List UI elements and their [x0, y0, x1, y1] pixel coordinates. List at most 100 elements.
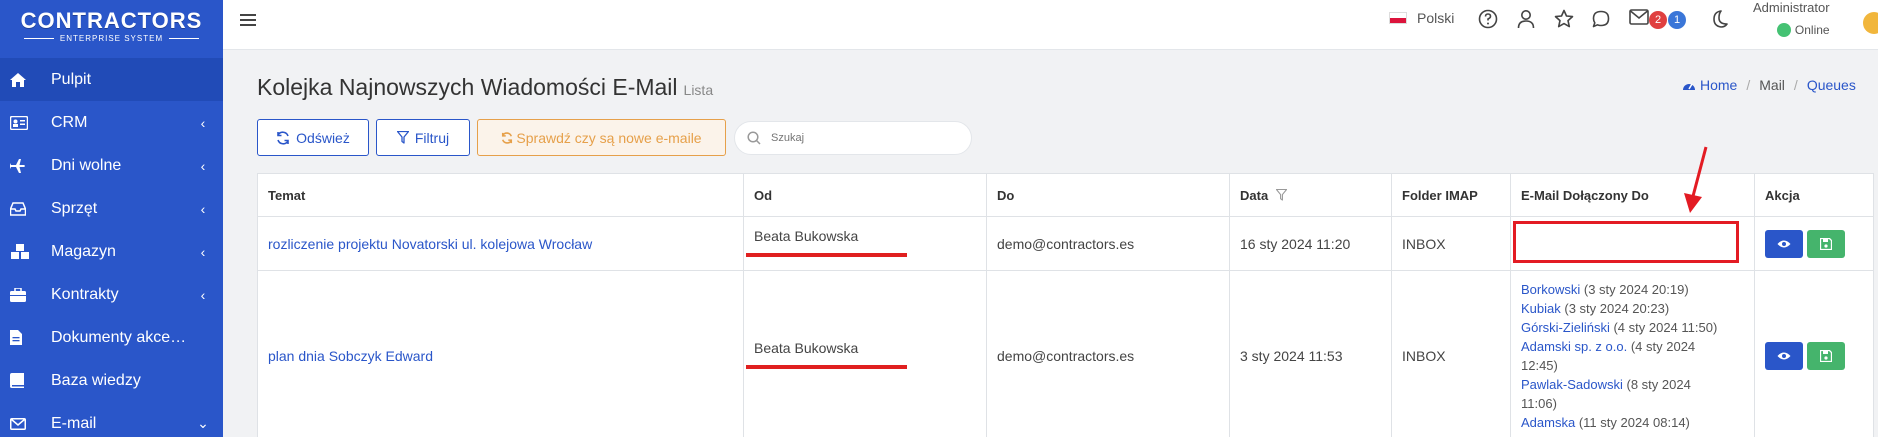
column-header-date[interactable]: Data [1230, 174, 1392, 216]
column-header-attached[interactable]: E-Mail Dołączony Do [1511, 174, 1755, 216]
sidebar-item-sprzet[interactable]: Sprzęt ‹ [0, 187, 223, 230]
language-label: Polski [1417, 10, 1455, 26]
moon-icon[interactable] [1710, 9, 1728, 32]
attached-link[interactable]: Borkowski [1521, 282, 1580, 297]
redacted-email: xxxxxxxxxxxxxxxxxxxxxx [746, 245, 907, 260]
attached-date: 11:06) [1521, 396, 1557, 411]
breadcrumb-home[interactable]: Home [1700, 77, 1737, 93]
search-input[interactable] [771, 132, 951, 144]
chevron-left-icon: ‹ [200, 114, 206, 131]
check-new-emails-label: Sprawdź czy są nowe e-maile [516, 129, 702, 146]
filter-icon[interactable] [1276, 189, 1288, 201]
save-icon [1820, 350, 1832, 362]
attached-link[interactable]: Górski-Zieliński [1521, 320, 1610, 335]
from-cell: Beata Bukowska xxxxxxxxxxxxxxxxxxxxxx [744, 271, 987, 437]
avatar[interactable] [1863, 12, 1878, 34]
from-name: Beata Bukowska [754, 340, 859, 356]
user-status: Online [1753, 23, 1830, 37]
to-cell: demo@contractors.es [987, 271, 1230, 437]
table-header-row: Temat Od Do Data Folder IMAP E-Mail Dołą… [258, 174, 1873, 217]
dashboard-icon [1682, 79, 1696, 91]
refresh-icon [502, 131, 513, 144]
annotation-arrow-icon [1684, 146, 1708, 213]
redacted-email: xxxxxxxxxxxxxxxxxxxxxx [746, 357, 907, 372]
refresh-button[interactable]: Odśwież [257, 119, 369, 156]
language-selector[interactable]: Polski [1389, 10, 1454, 26]
email-queue-table: Temat Od Do Data Folder IMAP E-Mail Dołą… [257, 173, 1874, 437]
breadcrumb-mail[interactable]: Mail [1759, 77, 1785, 93]
eye-icon [1777, 240, 1791, 247]
chat-icon[interactable] [1591, 9, 1611, 32]
column-header-subject[interactable]: Temat [258, 174, 744, 216]
attached-item-continuation: 11:06) [1521, 394, 1557, 413]
book-icon [10, 373, 40, 388]
sidebar-item-label: Kontrakty [51, 285, 119, 303]
eye-icon [1777, 352, 1791, 360]
attached-item-continuation: 12:45) [1521, 356, 1558, 375]
online-status-icon [1776, 23, 1791, 37]
help-icon[interactable] [1478, 9, 1498, 32]
attached-date: (3 sty 2024 20:19) [1583, 282, 1689, 297]
attached-link[interactable]: Adamska [1521, 415, 1575, 430]
view-button[interactable] [1765, 342, 1803, 370]
briefcase-icon [10, 287, 40, 302]
column-header-action: Akcja [1765, 187, 1800, 203]
sidebar-item-crm[interactable]: CRM ‹ [0, 101, 223, 144]
to-cell: demo@contractors.es [987, 217, 1230, 270]
attached-date: (8 sty 2024 [1626, 377, 1691, 392]
search-icon [747, 131, 761, 145]
star-icon[interactable] [1554, 9, 1574, 32]
sidebar-item-pulpit[interactable]: Pulpit [0, 58, 223, 101]
sidebar-item-magazyn[interactable]: Magazyn ‹ [0, 230, 223, 273]
attached-link[interactable]: Adamski sp. z o.o. [1521, 339, 1627, 354]
attached-item: Górski-Zieliński (4 sty 2024 11:50) [1521, 318, 1717, 337]
mail-badge-red[interactable]: 2 [1649, 11, 1667, 29]
attached-date: (11 sty 2024 08:14) [1578, 415, 1690, 430]
sidebar-item-dni-wolne[interactable]: Dni wolne ‹ [0, 144, 223, 187]
sidebar-item-label: Pulpit [51, 70, 92, 88]
breadcrumb-queues[interactable]: Queues [1807, 77, 1856, 93]
column-header-to[interactable]: Do [987, 174, 1230, 216]
sidebar-item-label: Sprzęt [51, 199, 98, 217]
home-icon [10, 72, 40, 87]
column-header-folder[interactable]: Folder IMAP [1392, 174, 1511, 216]
attached-link[interactable]: Kubiak [1521, 301, 1561, 316]
breadcrumb-separator: / [1746, 77, 1751, 93]
mail-icon[interactable] [1629, 9, 1649, 28]
mail-badge-blue[interactable]: 1 [1668, 11, 1686, 29]
attached-date: (3 sty 2024 20:23) [1564, 301, 1670, 316]
save-button[interactable] [1807, 342, 1845, 370]
sidebar-item-baza-wiedzy[interactable]: Baza wiedzy [0, 359, 223, 402]
save-button[interactable] [1807, 229, 1845, 258]
sidebar-item-dokumenty[interactable]: Dokumenty akcept… [0, 316, 223, 359]
column-header-from[interactable]: Od [744, 174, 987, 216]
brand-logo[interactable]: CONTRACTORS ENTERPRISE SYSTEM [0, 0, 223, 52]
subject-link[interactable]: rozliczenie projektu Novatorski ul. kole… [268, 236, 592, 252]
brand-subtitle: ENTERPRISE SYSTEM [18, 34, 205, 43]
attached-link[interactable]: Pawlak-Sadowski [1521, 377, 1623, 392]
envelope-icon [10, 417, 40, 430]
attached-date: (4 sty 2024 [1630, 339, 1696, 354]
user-name: Administrator [1753, 0, 1830, 15]
sidebar-item-email[interactable]: E-mail ⌄ [0, 402, 223, 437]
subject-link[interactable]: plan dnia Sobczyk Edward [268, 348, 433, 364]
attached-date: 12:45) [1521, 358, 1558, 373]
user-menu[interactable]: Administrator Online [1753, 0, 1830, 37]
filter-button-label: Filtruj [414, 129, 450, 146]
sidebar-nav: Pulpit CRM ‹ Dni wolne ‹ Sprzęt ‹ Magazy… [0, 58, 223, 437]
action-cell [1755, 271, 1873, 437]
attached-cell: Borkowski (3 sty 2024 20:19) Kubiak (3 s… [1511, 271, 1755, 437]
sidebar-item-label: E-mail [51, 414, 97, 432]
table-row: plan dnia Sobczyk Edward Beata Bukowska … [258, 271, 1873, 437]
sidebar-item-kontrakty[interactable]: Kontrakty ‹ [0, 273, 223, 316]
sidebar-item-label: Dokumenty akcept… [51, 328, 193, 346]
hamburger-menu-icon[interactable] [240, 10, 256, 33]
inbox-icon [10, 201, 40, 216]
chevron-down-icon: ⌄ [197, 415, 209, 431]
view-button[interactable] [1765, 229, 1803, 258]
from-name: Beata Bukowska [754, 227, 859, 244]
user-icon[interactable] [1517, 9, 1535, 32]
check-new-emails-button[interactable]: Sprawdź czy są nowe e-maile [477, 119, 726, 156]
chevron-left-icon: ‹ [200, 243, 206, 260]
filter-button[interactable]: Filtruj [376, 119, 470, 156]
